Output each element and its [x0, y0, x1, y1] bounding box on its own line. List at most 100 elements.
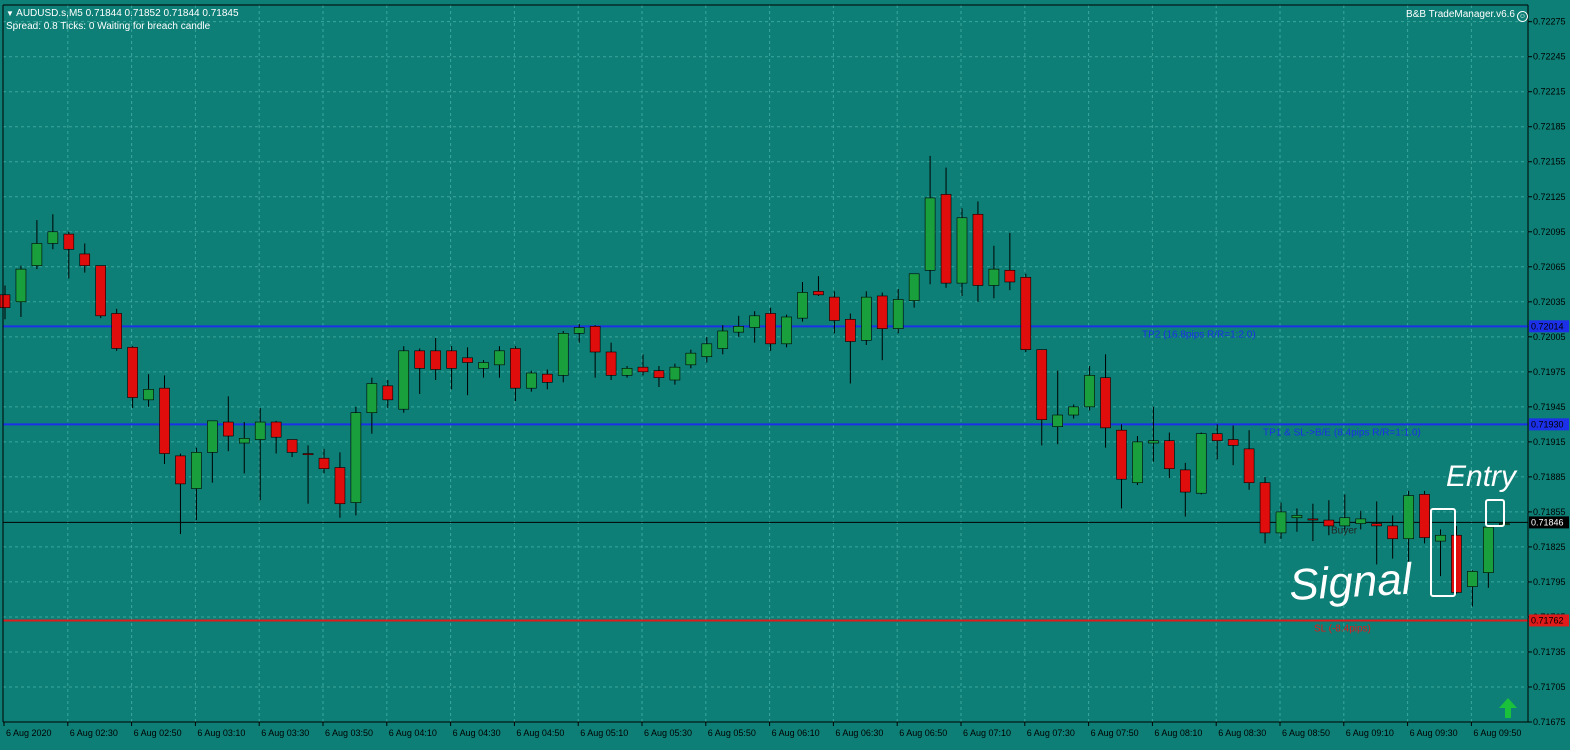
- candle-body: [1387, 525, 1398, 540]
- candle-body: [1227, 439, 1239, 446]
- expert-advisor-label[interactable]: B&B TradeManager.v6.6 ☺: [1406, 9, 1528, 22]
- bear-candle: [1419, 490, 1430, 544]
- price-tick-label: 0.72245: [1533, 52, 1566, 62]
- candle-body: [557, 333, 569, 376]
- candle-body: [254, 421, 266, 440]
- chevron-down-icon[interactable]: ▼: [6, 9, 14, 18]
- candle-body: [63, 233, 75, 250]
- candle-body: [1084, 375, 1095, 408]
- candle-body: [1100, 377, 1111, 429]
- price-tick-label: 0.72005: [1533, 332, 1566, 342]
- symbol-info: ▼ AUDUSD.s,M5 0.71844 0.71852 0.71844 0.…: [6, 8, 239, 19]
- candle-body: [1132, 441, 1143, 484]
- time-tick-label: 6 Aug 07:30: [1027, 728, 1075, 738]
- entry-annotation: Entry: [1446, 460, 1518, 493]
- price-tick-label: 0.71915: [1533, 437, 1566, 447]
- candle-body: [589, 326, 601, 353]
- candle-body: [446, 350, 457, 369]
- candle-body: [1275, 511, 1287, 534]
- candle-body: [0, 294, 11, 308]
- bear-candle: [95, 265, 106, 319]
- candle-body: [829, 296, 840, 321]
- candle-body: [621, 368, 633, 376]
- price-tick-label: 0.72215: [1533, 87, 1566, 97]
- time-tick-label: 6 Aug 05:30: [644, 728, 692, 738]
- candle-body: [207, 420, 218, 453]
- candle-body: [398, 350, 410, 410]
- price-tick-label: 0.71975: [1533, 367, 1566, 377]
- candle-body: [191, 452, 202, 489]
- candle-body: [302, 453, 314, 456]
- price-tick-label: 0.72095: [1533, 227, 1566, 237]
- candle-body: [238, 438, 250, 444]
- candle-body: [1020, 276, 1032, 350]
- time-tick-label: 6 Aug 08:50: [1282, 728, 1330, 738]
- candle-body: [31, 243, 43, 266]
- candle-body: [924, 197, 936, 271]
- sl-label: SL (-8.4pips): [1314, 623, 1371, 634]
- candle-body: [1052, 414, 1063, 427]
- price-tick-label: 0.72275: [1533, 17, 1566, 27]
- time-tick-label: 6 Aug 05:10: [580, 728, 628, 738]
- candle-body: [1483, 526, 1494, 573]
- symbol-quote-text: AUDUSD.s,M5 0.71844 0.71852 0.71844 0.71…: [16, 8, 239, 19]
- time-tick-label: 6 Aug 08:30: [1218, 728, 1266, 738]
- price-tick-label: 0.72185: [1533, 122, 1566, 132]
- signal-annotation: Signal: [1288, 555, 1414, 610]
- chart-canvas[interactable]: TP2 (16.8pips R/R=1:2.0) TP1 & SL->B/E (8…: [0, 0, 1570, 747]
- price-tick-label: 0.71735: [1533, 647, 1566, 657]
- tp1-price-tag-text: 0.71930: [1531, 419, 1564, 429]
- candle-body: [1339, 517, 1351, 527]
- candle-body: [334, 467, 346, 505]
- price-tick-label: 0.71945: [1533, 402, 1566, 412]
- time-tick-label: 6 Aug 03:10: [197, 728, 245, 738]
- candle-body: [1371, 523, 1382, 527]
- candle-body: [526, 372, 537, 389]
- time-tick-label: 6 Aug 06:10: [772, 728, 820, 738]
- candle-body: [143, 389, 154, 401]
- candle-body: [1307, 518, 1319, 521]
- candle-body: [462, 357, 473, 363]
- candle-body: [1164, 440, 1175, 470]
- candle-body: [972, 213, 984, 286]
- candle-body: [1435, 534, 1446, 542]
- candle-body: [1148, 440, 1159, 444]
- candle-body: [270, 421, 282, 438]
- candle-body: [430, 350, 441, 370]
- candle-body: [605, 351, 617, 376]
- candle-body: [1419, 494, 1430, 538]
- smiley-icon: ☺: [1517, 11, 1528, 22]
- candle-body: [845, 319, 856, 342]
- bull-candle: [956, 208, 968, 296]
- candle-body: [876, 295, 888, 329]
- bull-candle: [398, 346, 410, 413]
- candle-body: [1467, 571, 1478, 587]
- bull-candle: [557, 330, 569, 383]
- candle-body: [685, 352, 697, 366]
- bear-candle: [159, 375, 170, 465]
- candle-body: [1403, 495, 1414, 540]
- ea-name-text: B&B TradeManager.v6.6: [1406, 9, 1515, 20]
- time-tick-label: 6 Aug 09:30: [1410, 728, 1458, 738]
- candle-body: [797, 292, 808, 319]
- candle-body: [382, 385, 394, 401]
- time-tick-label: 6 Aug 08:10: [1154, 728, 1202, 738]
- candle-body: [79, 253, 91, 266]
- candle-body: [1451, 534, 1462, 593]
- bear-candle: [111, 308, 122, 351]
- candle-body: [111, 313, 122, 349]
- candle-body: [669, 366, 681, 381]
- candle-body: [159, 387, 170, 454]
- candle-body: [286, 439, 298, 453]
- candle-body: [1291, 515, 1303, 519]
- candle-body: [573, 327, 585, 334]
- candle-body: [1211, 433, 1223, 442]
- price-tick-label: 0.72065: [1533, 262, 1566, 272]
- time-tick-label: 6 Aug 03:50: [325, 728, 373, 738]
- price-chart[interactable]: TP2 (16.8pips R/R=1:2.0) TP1 & SL->B/E (8…: [0, 0, 1570, 747]
- candle-body: [541, 373, 553, 383]
- candle-body: [366, 383, 378, 413]
- candle-body: [765, 313, 776, 345]
- time-tick-label: 6 Aug 04:30: [453, 728, 501, 738]
- sl-price-tag-text: 0.71762: [1531, 615, 1564, 625]
